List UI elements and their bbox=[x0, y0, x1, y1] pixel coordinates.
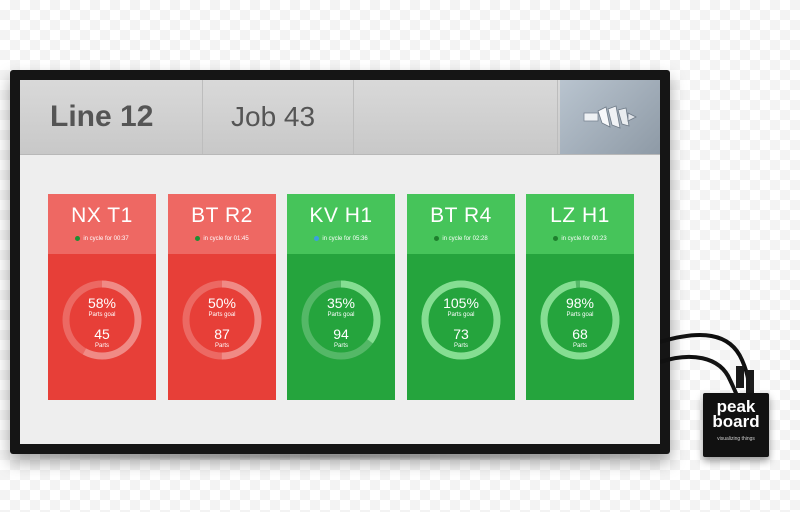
machine-tile: LZ H1 in cycle for 00:23 98% Parts goal 68 Pa… bbox=[526, 194, 634, 400]
cycle-status: in cycle for 01:45 bbox=[168, 236, 276, 242]
cycle-text: in cycle for 00:23 bbox=[561, 236, 607, 243]
status-dot-icon bbox=[75, 236, 81, 241]
parts-value: 94 bbox=[333, 326, 349, 342]
machine-name: LZ H1 bbox=[550, 204, 610, 227]
machine-name: NX T1 bbox=[71, 204, 133, 227]
parts-label: Parts bbox=[94, 343, 109, 349]
screw-part-icon bbox=[583, 105, 637, 129]
machine-name: KV H1 bbox=[309, 204, 373, 227]
percent-value: 35% bbox=[326, 295, 356, 311]
machine-tile: KV H1 in cycle for 05:36 35% Parts goal 94 Pa… bbox=[287, 194, 395, 400]
cycle-status: in cycle for 05:36 bbox=[287, 236, 395, 242]
parts-value: 68 bbox=[572, 326, 588, 342]
job-cell: Job 43 bbox=[204, 80, 354, 154]
machine-tile: BT R4 in cycle for 02:28 105% Parts goal 73 P… bbox=[407, 194, 515, 400]
percent-value: 58% bbox=[87, 295, 117, 311]
job-label: Job 43 bbox=[231, 101, 316, 132]
cycle-text: in cycle for 00:37 bbox=[83, 236, 129, 243]
line-label: Line 12 bbox=[50, 100, 154, 133]
goal-label: Parts goal bbox=[327, 312, 355, 318]
dashboard-header: Line 12 Job 43 bbox=[20, 80, 660, 155]
cycle-text: in cycle for 02:28 bbox=[442, 236, 488, 243]
dashboard-screen: Line 12 Job 43 NX T1 in cycle for 00:37 58… bbox=[20, 80, 660, 444]
cycle-text: in cycle for 05:36 bbox=[322, 236, 368, 243]
cycle-status: in cycle for 02:28 bbox=[407, 236, 515, 242]
status-dot-icon bbox=[314, 236, 320, 241]
machine-name: BT R4 bbox=[430, 204, 492, 227]
brand-line2: board bbox=[712, 412, 760, 431]
percent-value: 98% bbox=[565, 295, 595, 311]
peakboard-box: peak board visualizing things bbox=[703, 393, 769, 457]
parts-label: Parts bbox=[453, 343, 468, 349]
parts-value: 73 bbox=[453, 326, 469, 342]
goal-label: Parts goal bbox=[447, 312, 475, 318]
parts-label: Parts bbox=[572, 343, 587, 349]
percent-value: 105% bbox=[443, 295, 479, 311]
status-dot-icon bbox=[553, 236, 559, 241]
line-cell: Line 12 bbox=[20, 80, 203, 154]
brand-tagline: visualizing things bbox=[717, 436, 755, 442]
parts-label: Parts bbox=[333, 343, 348, 349]
status-dot-icon bbox=[195, 236, 201, 241]
progress-ring bbox=[419, 278, 503, 362]
brand-logo: peak board bbox=[703, 398, 769, 431]
progress-ring bbox=[299, 278, 383, 362]
percent-value: 50% bbox=[207, 295, 237, 311]
parts-label: Parts bbox=[214, 343, 229, 349]
machine-tile: BT R2 in cycle for 01:45 50% Parts goal 87 Pa… bbox=[168, 194, 276, 400]
machine-tile: NX T1 in cycle for 00:37 58% Parts goal 45 Pa… bbox=[48, 194, 156, 400]
machine-name: BT R2 bbox=[191, 204, 253, 227]
cycle-status: in cycle for 00:37 bbox=[48, 236, 156, 242]
goal-label: Parts goal bbox=[208, 312, 236, 318]
cycle-status: in cycle for 00:23 bbox=[526, 236, 634, 242]
parts-value: 45 bbox=[94, 326, 110, 342]
header-spacer bbox=[355, 80, 558, 154]
progress-ring bbox=[538, 278, 622, 362]
status-dot-icon bbox=[434, 236, 440, 241]
goal-label: Parts goal bbox=[88, 312, 116, 318]
parts-value: 87 bbox=[214, 326, 230, 342]
progress-ring bbox=[60, 278, 144, 362]
cycle-text: in cycle for 01:45 bbox=[203, 236, 249, 243]
progress-ring bbox=[180, 278, 264, 362]
part-image bbox=[560, 80, 660, 154]
goal-label: Parts goal bbox=[566, 312, 594, 318]
